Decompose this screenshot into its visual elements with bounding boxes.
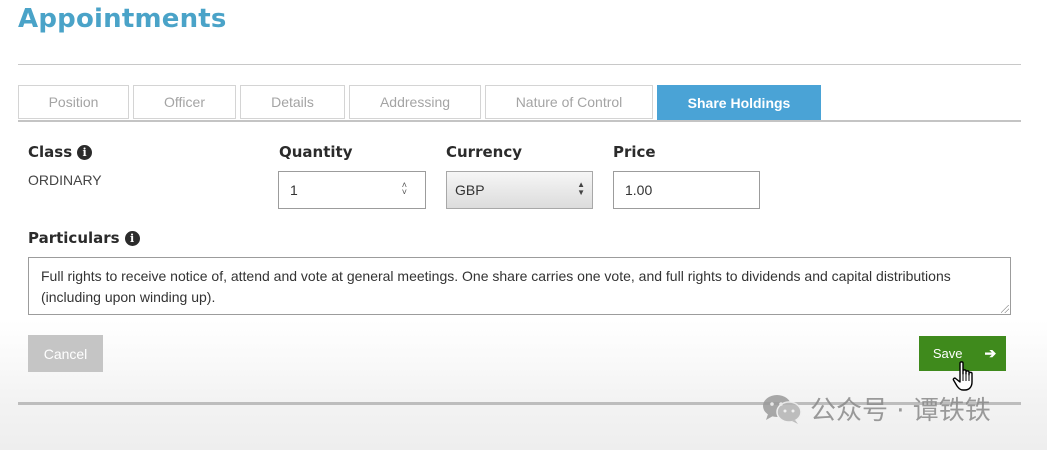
stepper-arrows-icon[interactable]: ˄ ˅	[402, 181, 407, 197]
page-title: Appointments	[18, 4, 227, 34]
appointments-page: Appointments Position Officer Details Ad…	[0, 0, 1047, 450]
price-value: 1.00	[625, 182, 653, 198]
class-info-icon[interactable]: i	[77, 144, 93, 160]
wechat-icon	[763, 394, 802, 424]
currency-label: Currency	[446, 143, 523, 161]
arrow-right-icon: ➔	[984, 345, 997, 361]
cancel-button[interactable]: Cancel	[28, 335, 103, 372]
title-divider	[18, 64, 1021, 65]
particulars-info-icon[interactable]: i	[124, 230, 140, 246]
watermark-text: 公众号 · 谭铁铁	[810, 396, 991, 426]
tab-nature-of-control[interactable]: Nature of Control	[485, 85, 653, 119]
price-input[interactable]: 1.00	[613, 171, 760, 209]
class-label-group: Class i	[28, 143, 93, 161]
quantity-value: 1	[290, 182, 298, 198]
tab-officer[interactable]: Officer	[133, 85, 236, 119]
hand-pointer-cursor-icon	[952, 361, 973, 391]
save-label: Save	[932, 346, 963, 361]
particulars-label-group: Particulars i	[28, 229, 140, 247]
price-label: Price	[613, 143, 656, 161]
tab-details[interactable]: Details	[240, 85, 345, 119]
particulars-textarea[interactable]: Full rights to receive notice of, attend…	[28, 257, 1011, 315]
tab-divider	[18, 120, 1021, 122]
tab-position[interactable]: Position	[18, 85, 129, 119]
watermark: 公众号 · 谭铁铁	[762, 390, 991, 427]
tab-share-holdings[interactable]: Share Holdings	[657, 85, 821, 121]
quantity-stepper[interactable]: 1 ˄ ˅	[278, 171, 426, 209]
tab-addressing[interactable]: Addressing	[349, 85, 481, 119]
particulars-text: Full rights to receive notice of, attend…	[41, 268, 951, 305]
currency-select[interactable]: GBP ▲ ▼	[446, 171, 593, 209]
particulars-label: Particulars	[28, 229, 120, 247]
class-value: ORDINARY	[28, 172, 102, 188]
quantity-label: Quantity	[279, 143, 353, 161]
resize-grip-icon[interactable]	[1001, 305, 1009, 313]
currency-selected-value: GBP	[455, 182, 485, 198]
class-label: Class	[28, 143, 73, 161]
select-arrows-icon: ▲ ▼	[577, 180, 585, 197]
